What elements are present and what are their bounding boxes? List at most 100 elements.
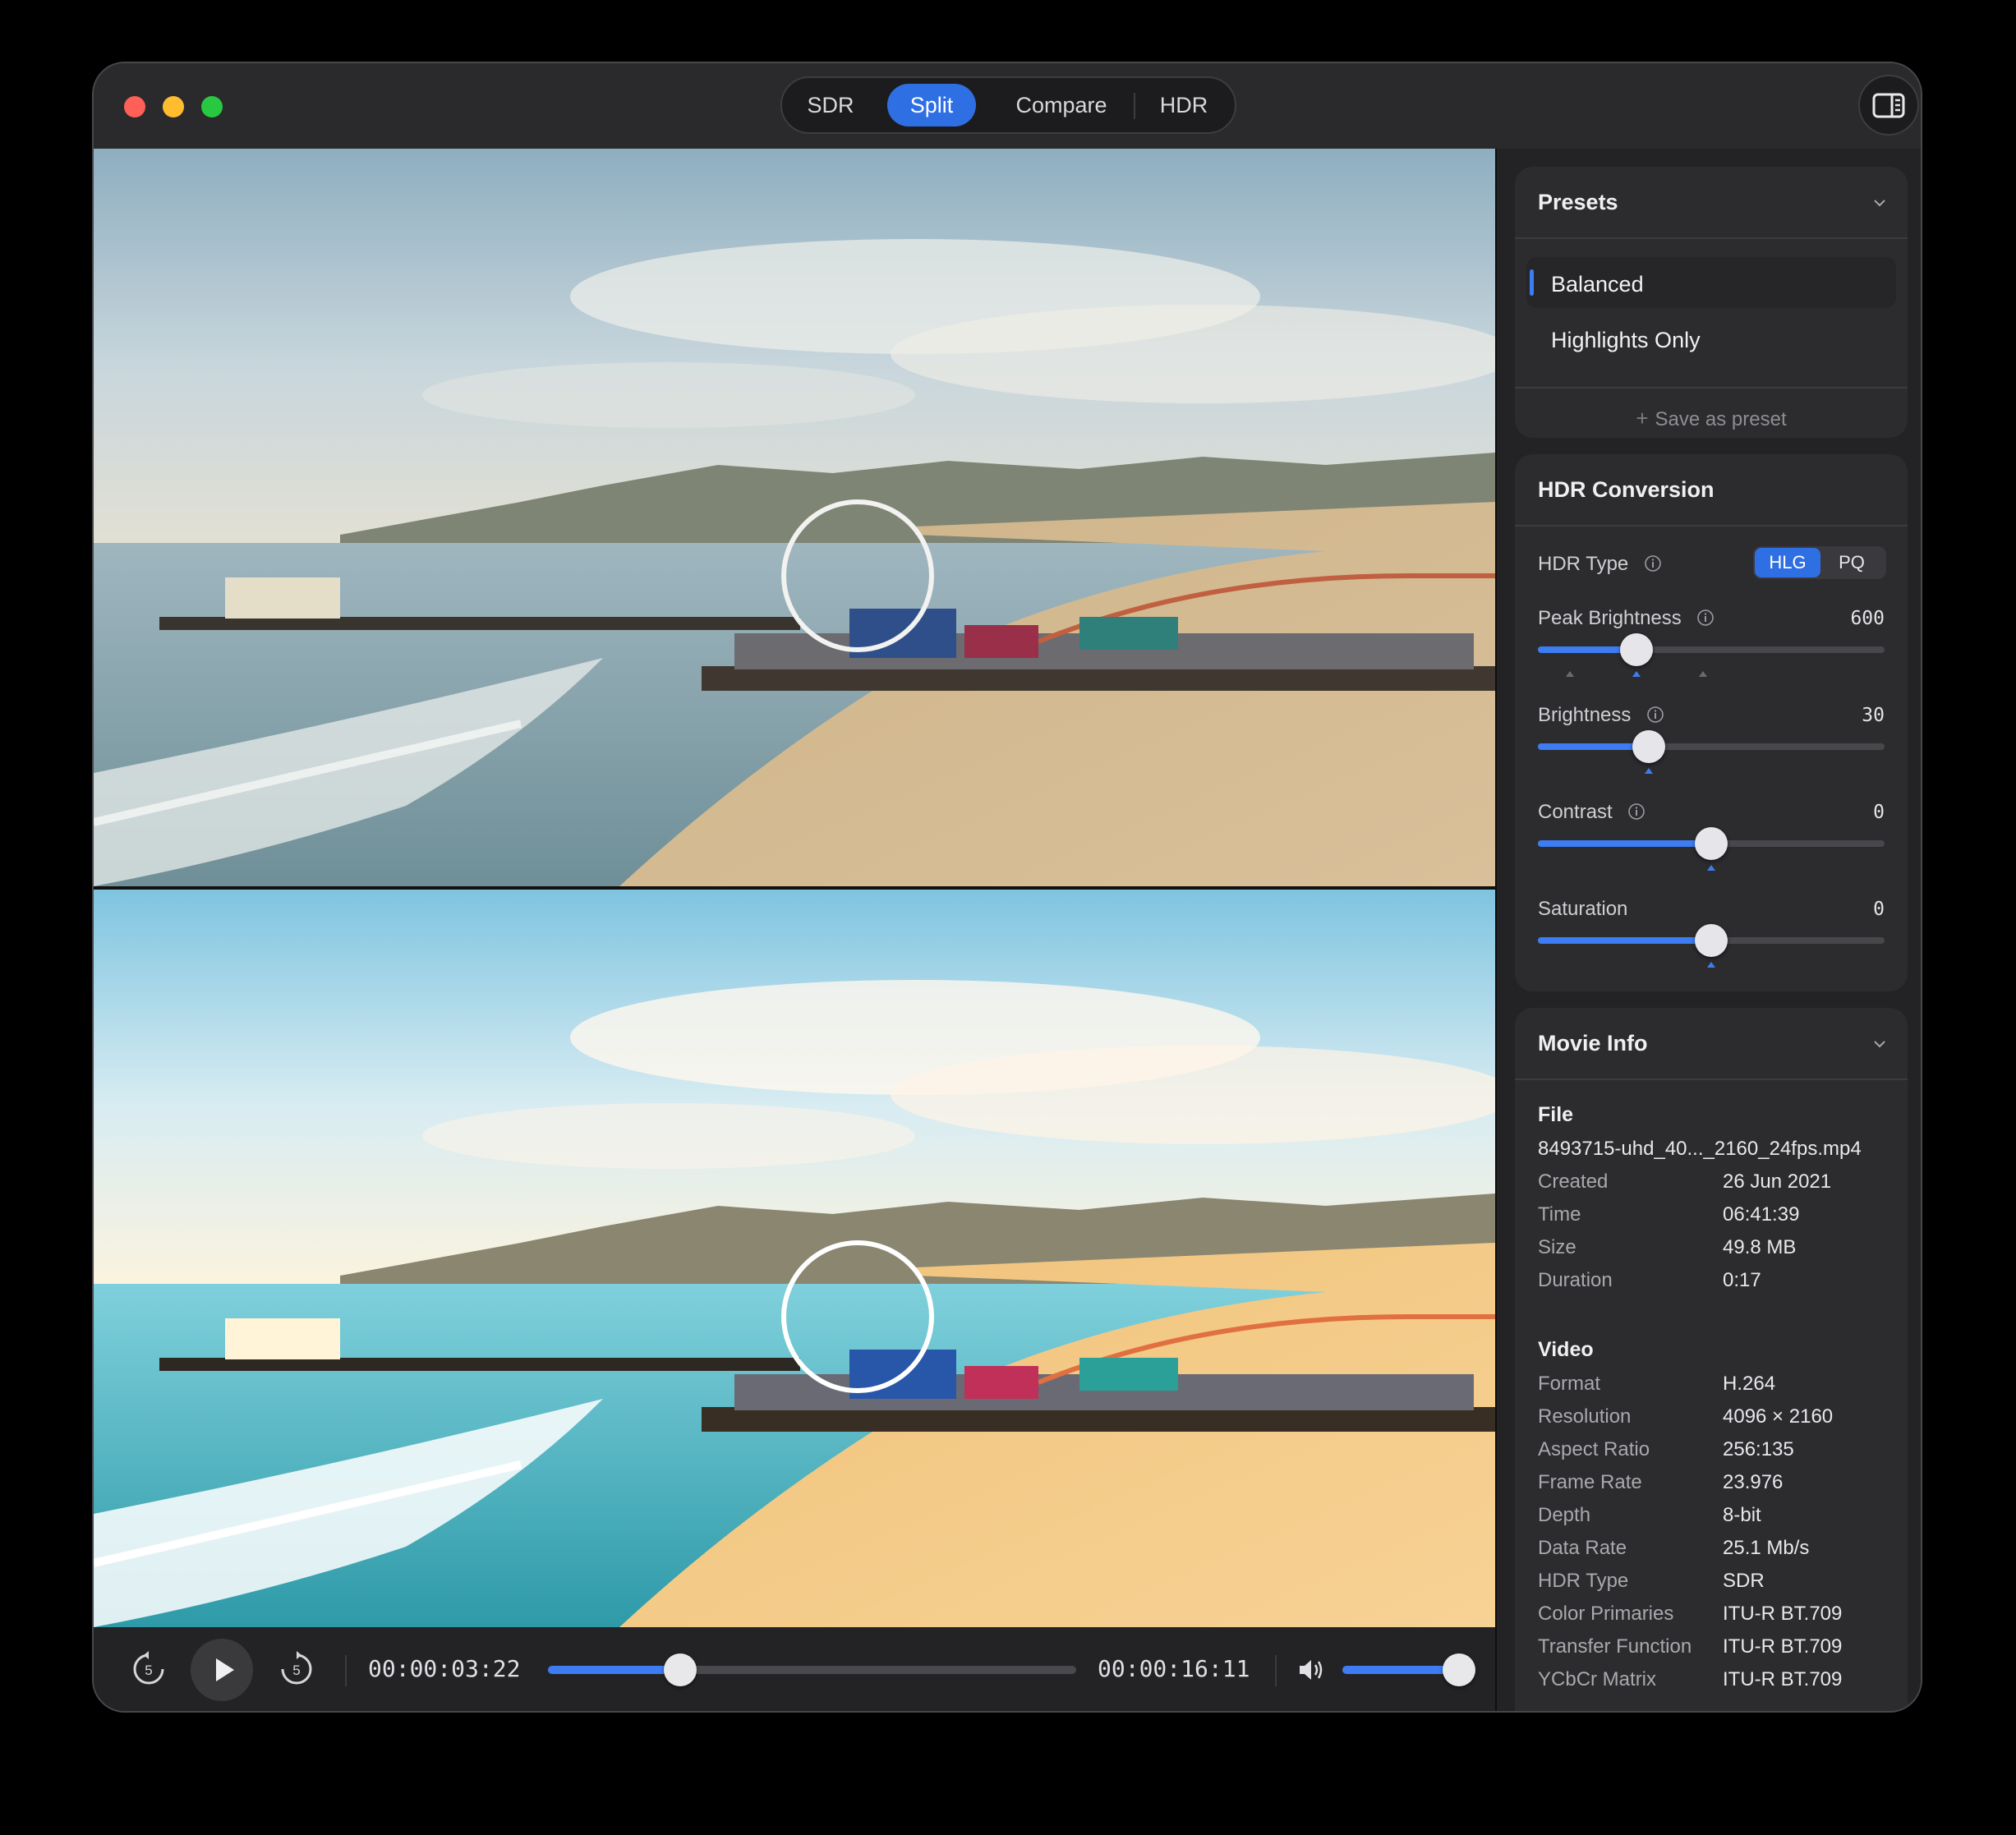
current-time: 00:00:03:22 — [368, 1655, 521, 1682]
presets-card: Presets Balanced Highlights Only + Save a… — [1515, 167, 1908, 438]
save-as-preset-button[interactable]: + Save as preset — [1515, 406, 1908, 431]
preset-label: Highlights Only — [1551, 328, 1701, 352]
info-value: 0:17 — [1723, 1269, 1761, 1291]
presets-header[interactable]: Presets — [1515, 167, 1908, 239]
info-key: Resolution — [1538, 1405, 1632, 1428]
scrubber-progress — [548, 1666, 680, 1674]
info-key: Data Rate — [1538, 1537, 1627, 1559]
info-key: Depth — [1538, 1504, 1591, 1526]
slider-knob[interactable] — [1632, 730, 1666, 763]
view-mode-compare[interactable]: Compare — [994, 84, 1129, 126]
hdr-type-hlg[interactable]: HLG — [1755, 548, 1820, 577]
contrast-slider[interactable] — [1538, 827, 1885, 860]
chevron-down-icon[interactable] — [1873, 196, 1886, 209]
volume-slider[interactable] — [1342, 1653, 1475, 1686]
inspector-panel: Presets Balanced Highlights Only + Save a… — [1497, 149, 1921, 1711]
contrast-label: Contrast — [1538, 801, 1645, 824]
info-value: 26 Jun 2021 — [1723, 1170, 1832, 1193]
file-section-heading: File — [1538, 1103, 1574, 1126]
saturation-slider[interactable] — [1538, 924, 1885, 957]
hdr-conversion-card: HDR Conversion HDR Type HLG PQ Peak Brig… — [1515, 454, 1908, 991]
sidebar-toggle-button[interactable] — [1858, 75, 1919, 136]
info-key: Transfer Function — [1538, 1635, 1692, 1658]
close-window-button[interactable] — [124, 96, 145, 117]
info-row: Resolution 4096 × 2160 — [1538, 1405, 1899, 1438]
plus-icon: + — [1636, 406, 1649, 430]
goforward-5-icon[interactable]: 5 — [278, 1650, 315, 1688]
brightness-label: Brightness — [1538, 704, 1664, 727]
slider-tick — [1632, 671, 1641, 677]
info-row: Color Primaries ITU-R BT.709 — [1538, 1603, 1899, 1635]
title-bar: SDR Split Compare HDR — [94, 63, 1921, 149]
info-row: Depth 8-bit — [1538, 1504, 1899, 1537]
info-value: SDR — [1723, 1570, 1765, 1592]
info-value: 06:41:39 — [1723, 1203, 1800, 1226]
segment-divider — [1134, 93, 1135, 119]
hdr-type-pq[interactable]: PQ — [1819, 548, 1885, 577]
view-mode-sdr[interactable]: SDR — [797, 84, 864, 126]
info-value: 8-bit — [1723, 1504, 1761, 1526]
slider-tick — [1707, 865, 1715, 871]
controls-divider — [1275, 1655, 1277, 1686]
volume-knob[interactable] — [1443, 1653, 1475, 1686]
peak-brightness-slider[interactable] — [1538, 633, 1885, 666]
remaining-time: 00:00:16:11 — [1098, 1655, 1250, 1682]
info-value: H.264 — [1723, 1373, 1776, 1395]
slider-knob[interactable] — [1620, 633, 1654, 666]
slider-knob[interactable] — [1695, 924, 1728, 957]
presets-divider — [1515, 387, 1908, 389]
preset-item-highlights-only[interactable]: Highlights Only — [1526, 313, 1896, 364]
video-viewport[interactable] — [94, 149, 1495, 1627]
info-value: 23.976 — [1723, 1471, 1784, 1493]
info-row: Transfer Function ITU-R BT.709 — [1538, 1635, 1899, 1668]
info-circle-icon[interactable] — [1646, 706, 1664, 724]
gobackward-5-icon[interactable]: 5 — [130, 1650, 168, 1688]
info-key: Size — [1538, 1236, 1576, 1258]
info-key: Color Primaries — [1538, 1603, 1674, 1625]
info-row: YCbCr Matrix ITU-R BT.709 — [1538, 1668, 1899, 1701]
preset-item-balanced[interactable]: Balanced — [1526, 257, 1896, 308]
info-row: Time 06:41:39 — [1538, 1203, 1899, 1236]
brightness-slider[interactable] — [1538, 730, 1885, 763]
slider-tick — [1707, 962, 1715, 968]
speaker-wave-icon[interactable] — [1295, 1653, 1328, 1686]
info-value: 4096 × 2160 — [1723, 1405, 1834, 1428]
info-row: Frame Rate 23.976 — [1538, 1471, 1899, 1504]
sidebar-right-icon — [1872, 93, 1905, 118]
info-key: YCbCr Matrix — [1538, 1668, 1657, 1690]
slider-knob[interactable] — [1695, 827, 1728, 860]
info-circle-icon[interactable] — [1627, 803, 1645, 821]
view-mode-hdr[interactable]: HDR — [1144, 84, 1224, 126]
chevron-down-icon[interactable] — [1873, 1037, 1886, 1051]
scrubber-track[interactable] — [548, 1653, 1076, 1686]
minimize-window-button[interactable] — [163, 96, 184, 117]
peak-brightness-label: Peak Brightness — [1538, 607, 1715, 630]
zoom-window-button[interactable] — [201, 96, 223, 117]
info-value: ITU-R BT.709 — [1723, 1635, 1843, 1658]
play-button[interactable] — [191, 1639, 253, 1701]
info-key: Created — [1538, 1170, 1609, 1193]
movie-info-header[interactable]: Movie Info — [1515, 1008, 1908, 1080]
sdr-video-frame — [94, 149, 1495, 886]
contrast-value: 0 — [1873, 802, 1885, 823]
info-value: ITU-R BT.709 — [1723, 1668, 1843, 1690]
info-row: Created 26 Jun 2021 — [1538, 1170, 1899, 1203]
view-mode-split[interactable]: Split — [887, 84, 976, 126]
scrubber-knob[interactable] — [663, 1653, 697, 1686]
info-row: Aspect Ratio 256:135 — [1538, 1438, 1899, 1471]
info-key: HDR Type — [1538, 1570, 1629, 1592]
movie-info-card: Movie Info File 8493715-uhd_40..._2160_2… — [1515, 1008, 1908, 1711]
view-mode-selector: SDR Split Compare HDR — [780, 76, 1236, 134]
peak-brightness-value: 600 — [1850, 608, 1885, 629]
info-value: ITU-R BT.709 — [1723, 1603, 1843, 1625]
preset-label: Balanced — [1551, 272, 1644, 297]
info-value: 256:135 — [1723, 1438, 1794, 1460]
play-icon — [216, 1658, 234, 1681]
info-circle-icon[interactable] — [1696, 609, 1715, 627]
info-value: 49.8 MB — [1723, 1236, 1797, 1258]
info-row: Size 49.8 MB — [1538, 1236, 1899, 1269]
slider-tick — [1566, 671, 1574, 677]
info-circle-icon[interactable] — [1644, 554, 1662, 573]
hdr-type-label: HDR Type — [1538, 553, 1662, 576]
info-row: Format H.264 — [1538, 1373, 1899, 1405]
